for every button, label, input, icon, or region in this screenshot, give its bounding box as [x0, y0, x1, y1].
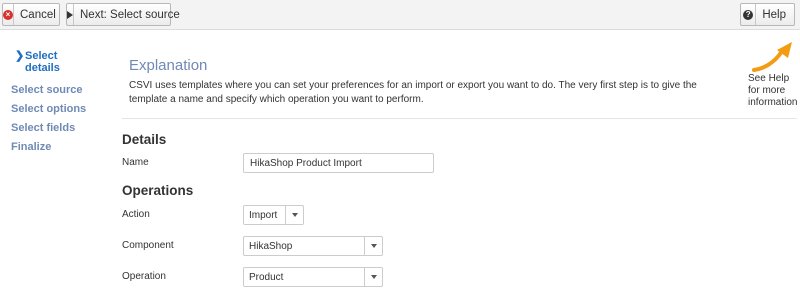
divider — [122, 118, 797, 119]
help-button[interactable]: ? Help — [740, 3, 795, 26]
operation-select-value: Product — [249, 271, 284, 283]
action-select[interactable]: Import — [243, 205, 304, 225]
chevron-down-icon — [364, 237, 382, 255]
operation-select[interactable]: Product — [243, 267, 383, 287]
action-label: Action — [122, 209, 150, 220]
arrow-up-right-icon — [752, 42, 792, 72]
next-select-source-button[interactable]: Next: Select source — [66, 3, 180, 26]
step-select-source[interactable]: Select source — [11, 84, 83, 96]
chevron-down-icon — [285, 206, 303, 224]
cancel-icon: × — [3, 4, 14, 25]
toolbar: × Cancel Next: Select source ? Help — [0, 0, 800, 30]
step-select-details[interactable]: ❯ Select details — [15, 50, 75, 74]
chevron-right-icon: ❯ — [15, 50, 25, 62]
name-label: Name — [122, 157, 149, 168]
action-select-value: Import — [249, 209, 278, 221]
operation-label: Operation — [122, 271, 166, 282]
cancel-button-label: Cancel — [20, 8, 56, 21]
operations-heading: Operations — [122, 183, 194, 198]
help-button-label: Help — [762, 8, 786, 21]
cancel-button[interactable]: × Cancel — [2, 3, 60, 26]
help-hint-text: See Help for more information — [748, 73, 798, 108]
next-button-label: Next: Select source — [80, 8, 180, 21]
chevron-down-icon — [364, 268, 382, 286]
explanation-title: Explanation — [129, 57, 208, 74]
component-select[interactable]: HikaShop — [243, 236, 383, 256]
details-heading: Details — [122, 132, 167, 147]
component-select-value: HikaShop — [249, 240, 293, 252]
step-select-fields[interactable]: Select fields — [11, 122, 75, 134]
step-select-options[interactable]: Select options — [11, 103, 86, 115]
play-icon — [67, 4, 74, 25]
component-label: Component — [122, 240, 174, 251]
question-icon: ? — [741, 4, 757, 25]
name-input[interactable]: HikaShop Product Import — [243, 153, 434, 173]
step-finalize[interactable]: Finalize — [11, 141, 51, 153]
explanation-text: CSVI uses templates where you can set yo… — [129, 80, 697, 105]
